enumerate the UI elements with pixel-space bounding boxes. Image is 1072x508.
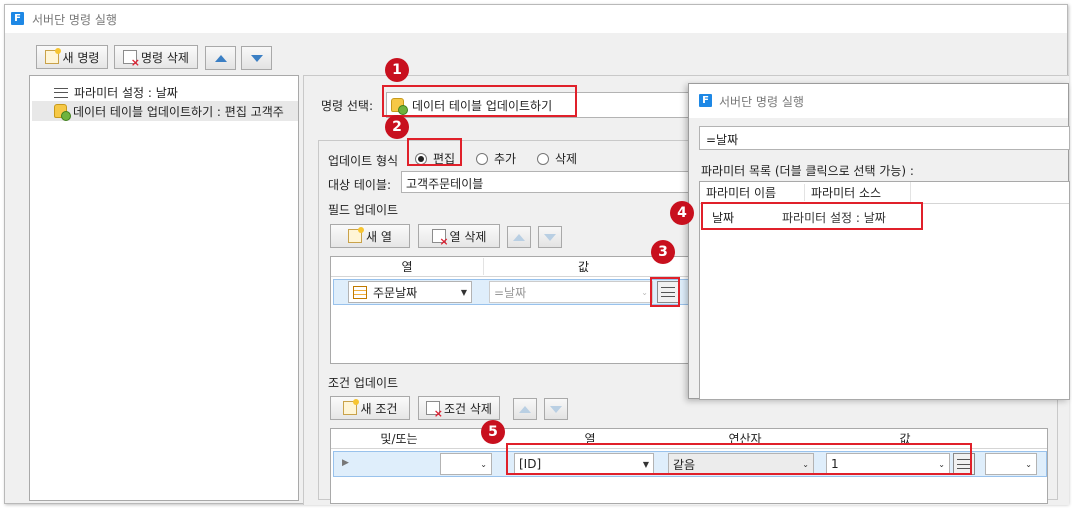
condition-grid-header-andor: 및/또는 — [380, 432, 418, 446]
highlight-radio-edit — [407, 138, 462, 166]
new-item-icon — [342, 399, 359, 415]
field-value-text: =날짜 — [494, 285, 527, 300]
delete-item-icon — [426, 401, 443, 420]
delete-command-button[interactable]: 명령 삭제 — [114, 45, 198, 69]
new-item-icon — [44, 48, 61, 64]
move-down-button[interactable] — [241, 46, 272, 70]
command-select-label: 명령 선택: — [321, 99, 374, 113]
popup-expression-input[interactable]: =날짜 — [699, 126, 1070, 150]
parameter-popup: F 서버단 명령 실행 =날짜 파라미터 목록 (더블 클릭으로 선택 가능) … — [688, 83, 1070, 400]
tree-item-label: 파라미터 설정 : 날짜 — [74, 86, 178, 100]
window-title: 서버단 명령 실행 — [32, 13, 117, 27]
radio-add-dot — [476, 152, 488, 165]
field-value-input[interactable]: =날짜 ⌄ — [489, 281, 653, 303]
field-grid-header-column: 열 — [401, 260, 413, 274]
arrow-up-icon — [519, 405, 531, 413]
radio-delete-label: 삭제 — [555, 152, 578, 166]
condition-move-up-button[interactable] — [513, 398, 537, 420]
radio-delete[interactable]: 삭제 — [537, 150, 577, 167]
param-list-header-divider — [910, 182, 911, 203]
condition-move-down-button[interactable] — [544, 398, 568, 420]
dropdown-caret-icon: ▼ — [460, 287, 467, 297]
callout-badge-2: 2 — [385, 115, 409, 139]
new-command-button[interactable]: 새 명령 — [36, 45, 108, 69]
new-condition-label: 새 조건 — [360, 401, 398, 416]
popup-title-bar: F 서버단 명령 실행 — [689, 84, 1068, 118]
field-move-down-button[interactable] — [538, 226, 562, 248]
new-condition-button[interactable]: 새 조건 — [330, 396, 410, 420]
field-grid: 열 값 주문날짜 ▼ =날짜 ⌄ — [330, 256, 730, 364]
arrow-down-icon — [544, 233, 556, 241]
main-window: F 서버단 명령 실행 새 명령 명령 삭제 파라미터 설정 : 날짜 데이터 … — [4, 4, 1070, 505]
new-column-label: 새 열 — [366, 229, 392, 244]
tree-item-label: 데이터 테이블 업데이트하기 : 편집 고객주 — [73, 104, 284, 119]
delete-condition-button[interactable]: 조건 삭제 — [418, 396, 500, 420]
target-table-field[interactable]: 고객주문테이블 — [401, 171, 701, 193]
param-settings-icon — [54, 86, 68, 100]
command-tree: 파라미터 설정 : 날짜 데이터 테이블 업데이트하기 : 편집 고객주 — [29, 75, 299, 501]
highlight-condition-row — [506, 443, 972, 475]
app-logo-icon: F — [699, 94, 712, 107]
popup-title: 서버단 명령 실행 — [719, 95, 804, 109]
callout-badge-1: 1 — [385, 58, 409, 82]
delete-item-icon — [431, 229, 449, 248]
arrow-up-icon — [513, 233, 525, 241]
condition-update-label: 조건 업데이트 — [328, 376, 399, 390]
radio-delete-dot — [537, 152, 549, 165]
param-list-header-name: 파라미터 이름 — [706, 186, 777, 200]
delete-column-button[interactable]: 열 삭제 — [418, 224, 500, 248]
popup-list-label: 파라미터 목록 (더블 클릭으로 선택 가능) : — [701, 164, 914, 178]
row-selector-arrow-icon: ▶ — [342, 458, 349, 468]
field-update-label: 필드 업데이트 — [328, 203, 399, 217]
tree-item-update-table[interactable]: 데이터 테이블 업데이트하기 : 편집 고객주 — [32, 101, 298, 121]
radio-add[interactable]: 추가 — [476, 150, 516, 167]
highlight-param-button — [650, 277, 680, 307]
callout-badge-5: 5 — [481, 420, 505, 444]
callout-badge-3: 3 — [651, 240, 675, 264]
delete-condition-label: 조건 삭제 — [444, 401, 492, 416]
table-icon — [353, 285, 367, 299]
arrow-up-icon — [214, 54, 227, 62]
condition-andor-select[interactable]: ⌄ — [440, 453, 492, 475]
target-table-label: 대상 테이블: — [328, 178, 392, 192]
condition-extra-select[interactable]: ⌄ — [985, 453, 1037, 475]
tree-item-param[interactable]: 파라미터 설정 : 날짜 — [54, 84, 178, 101]
update-type-label: 업데이트 형식 — [328, 154, 399, 168]
field-column-select[interactable]: 주문날짜 ▼ — [348, 281, 472, 303]
move-up-button[interactable] — [205, 46, 236, 70]
field-column-value: 주문날짜 — [373, 285, 418, 300]
highlight-command-select — [382, 85, 577, 117]
field-grid-header-value: 값 — [483, 258, 683, 275]
field-move-up-button[interactable] — [507, 226, 531, 248]
dropdown-caret-icon: ⌄ — [641, 287, 648, 297]
new-item-icon — [348, 227, 365, 243]
database-icon — [54, 104, 71, 121]
new-column-button[interactable]: 새 열 — [330, 224, 410, 248]
delete-command-label: 명령 삭제 — [141, 50, 189, 65]
highlight-param-row — [701, 202, 923, 230]
title-bar: F 서버단 명령 실행 — [5, 5, 1067, 33]
arrow-down-icon — [250, 54, 263, 62]
arrow-down-icon — [550, 405, 562, 413]
new-command-label: 새 명령 — [62, 50, 100, 65]
app-logo-icon: F — [11, 12, 24, 25]
callout-badge-4: 4 — [670, 201, 694, 225]
delete-column-label: 열 삭제 — [449, 229, 487, 244]
delete-item-icon — [123, 50, 140, 69]
dropdown-caret-icon: ⌄ — [1025, 459, 1032, 469]
radio-add-label: 추가 — [494, 152, 517, 166]
param-list-header-source: 파라미터 소스 — [804, 184, 910, 201]
dropdown-caret-icon: ⌄ — [480, 459, 487, 469]
